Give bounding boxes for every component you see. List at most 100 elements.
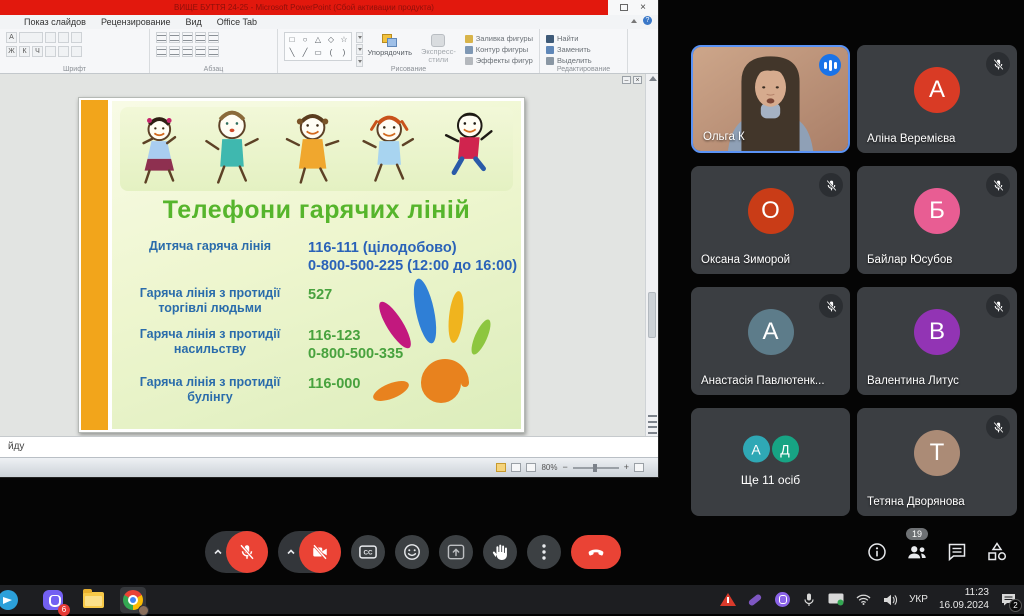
arrange-button[interactable]: Упорядочить [367, 32, 412, 57]
shape-rounded-icon[interactable]: ▭ [312, 47, 324, 59]
vertical-scrollbar[interactable] [645, 74, 658, 436]
participant-tile[interactable]: В Валентина Литус [857, 287, 1017, 395]
line-spacing-icon[interactable] [208, 32, 219, 43]
underline-icon[interactable]: Ч [32, 46, 43, 57]
taskbar-telegram-icon[interactable] [0, 587, 26, 613]
tab-office-tab[interactable]: Office Tab [217, 17, 257, 27]
scroll-up-icon[interactable] [649, 76, 657, 81]
zoom-slider[interactable] [573, 467, 619, 469]
hotline-label: Гаряча лінія з протидії [126, 327, 294, 342]
shape-effects-button[interactable]: Эффекты фигур [465, 56, 533, 65]
taskbar-viber-icon[interactable]: 6 [40, 587, 66, 613]
people-button[interactable]: 19 [906, 541, 928, 563]
taskbar-chrome-icon[interactable] [120, 587, 146, 613]
mic-off-button[interactable] [226, 531, 268, 573]
reactions-button[interactable] [395, 535, 429, 569]
participant-tile[interactable]: Б Байлар Юсубов [857, 166, 1017, 274]
numbering-icon[interactable] [169, 32, 180, 43]
shape-ellipse-icon[interactable]: ○ [299, 34, 311, 46]
font-size-box[interactable] [19, 32, 43, 43]
tray-warning-icon[interactable] [720, 592, 736, 608]
find-button[interactable]: Найти [546, 34, 592, 43]
shape-line-icon[interactable]: ╲ [286, 47, 298, 59]
meeting-details-button[interactable] [866, 541, 888, 563]
tray-volume-icon[interactable] [882, 592, 898, 608]
shadow-icon[interactable] [45, 46, 56, 57]
shape-diamond-icon[interactable]: ◇ [325, 34, 337, 46]
tab-review[interactable]: Рецензирование [101, 17, 171, 27]
slide-nav-buttons[interactable] [648, 415, 657, 434]
notification-center-icon[interactable]: 2 [1000, 592, 1016, 608]
activities-button[interactable] [986, 541, 1008, 563]
normal-view-icon[interactable] [496, 463, 506, 472]
bullets-icon[interactable] [156, 32, 167, 43]
camera-options-chevron-icon[interactable] [285, 546, 297, 558]
align-center-icon[interactable] [169, 46, 180, 57]
align-left-icon[interactable] [156, 46, 167, 57]
tray-display-share-icon[interactable] [828, 592, 844, 608]
chat-button[interactable] [946, 541, 968, 563]
columns-icon[interactable] [208, 46, 219, 57]
participant-overflow-tile[interactable]: А Д Ще 11 осіб [691, 408, 850, 516]
taskbar-clock[interactable]: 11:23 16.09.2024 [939, 587, 989, 612]
shapes-gallery-scroll[interactable] [356, 32, 363, 67]
present-screen-button[interactable] [439, 535, 473, 569]
shapes-gallery[interactable]: □ ○ △ ◇ ☆ ╲ ╱ ▭ ( ) [284, 32, 352, 61]
quick-styles-button[interactable]: Экспресс-стили [416, 32, 461, 64]
participant-tile-olga[interactable]: Ольга К [691, 45, 850, 153]
tray-viber-icon[interactable] [774, 592, 790, 608]
shape-outline-button[interactable]: Контур фигуры [465, 45, 533, 54]
indent-decrease-icon[interactable] [182, 32, 193, 43]
zoom-out-icon[interactable]: − [562, 463, 567, 472]
doc-minimize-icon[interactable]: ‒ [622, 76, 631, 84]
camera-off-button[interactable] [299, 531, 341, 573]
raise-hand-button[interactable] [483, 535, 517, 569]
keyboard-language[interactable]: УКР [909, 594, 928, 605]
sorter-view-icon[interactable] [511, 463, 521, 472]
shape-line2-icon[interactable]: ╱ [299, 47, 311, 59]
italic-icon[interactable]: К [19, 46, 30, 57]
help-icon[interactable]: ? [643, 16, 652, 25]
replace-button[interactable]: Заменить [546, 45, 592, 54]
tray-microphone-icon[interactable] [801, 592, 817, 608]
more-options-button[interactable] [527, 535, 561, 569]
mic-options-chevron-icon[interactable] [212, 546, 224, 558]
collapse-ribbon-icon[interactable] [631, 19, 637, 23]
notes-pane[interactable]: йду [0, 436, 658, 457]
tray-pen-icon[interactable] [747, 592, 763, 608]
restore-window-icon[interactable] [620, 4, 628, 11]
participant-tile[interactable]: О Оксана Зиморой [691, 166, 850, 274]
participant-tile[interactable]: А Анастасія Павлютенк... [691, 287, 850, 395]
shape-fill-button[interactable]: Заливка фигуры [465, 34, 533, 43]
tab-view[interactable]: Вид [185, 17, 201, 27]
shape-brace-left-icon[interactable]: ( [325, 47, 337, 59]
indent-increase-icon[interactable] [195, 32, 206, 43]
bold-icon[interactable]: Ж [6, 46, 17, 57]
close-window-icon[interactable]: × [640, 3, 646, 13]
scrollbar-thumb[interactable] [648, 292, 656, 338]
fit-to-window-icon[interactable] [634, 463, 644, 472]
spacing-icon[interactable] [58, 46, 69, 57]
grow-font-icon[interactable] [45, 32, 56, 43]
participant-tile[interactable]: А Аліна Веремієва [857, 45, 1017, 153]
slideshow-view-icon[interactable] [526, 463, 536, 472]
taskbar-explorer-icon[interactable] [80, 587, 106, 613]
participant-tile[interactable]: Т Тетяна Дворянова [857, 408, 1017, 516]
doc-close-icon[interactable]: × [633, 76, 642, 84]
zoom-in-icon[interactable]: + [624, 463, 629, 472]
tab-slideshow[interactable]: Показ слайдов [24, 17, 86, 27]
tray-wifi-icon[interactable] [855, 592, 871, 608]
align-right-icon[interactable] [182, 46, 193, 57]
shrink-font-icon[interactable] [58, 32, 69, 43]
clear-format-icon[interactable] [71, 32, 82, 43]
case-icon[interactable] [71, 46, 82, 57]
select-button[interactable]: Выделить [546, 56, 592, 65]
shape-rect-icon[interactable]: □ [286, 34, 298, 46]
shape-brace-right-icon[interactable]: ) [338, 47, 350, 59]
font-name-icon[interactable]: А [6, 32, 17, 43]
captions-button[interactable]: CC [351, 535, 385, 569]
justify-icon[interactable] [195, 46, 206, 57]
shape-triangle-icon[interactable]: △ [312, 34, 324, 46]
end-call-button[interactable] [571, 535, 621, 569]
shape-star-icon[interactable]: ☆ [338, 34, 350, 46]
